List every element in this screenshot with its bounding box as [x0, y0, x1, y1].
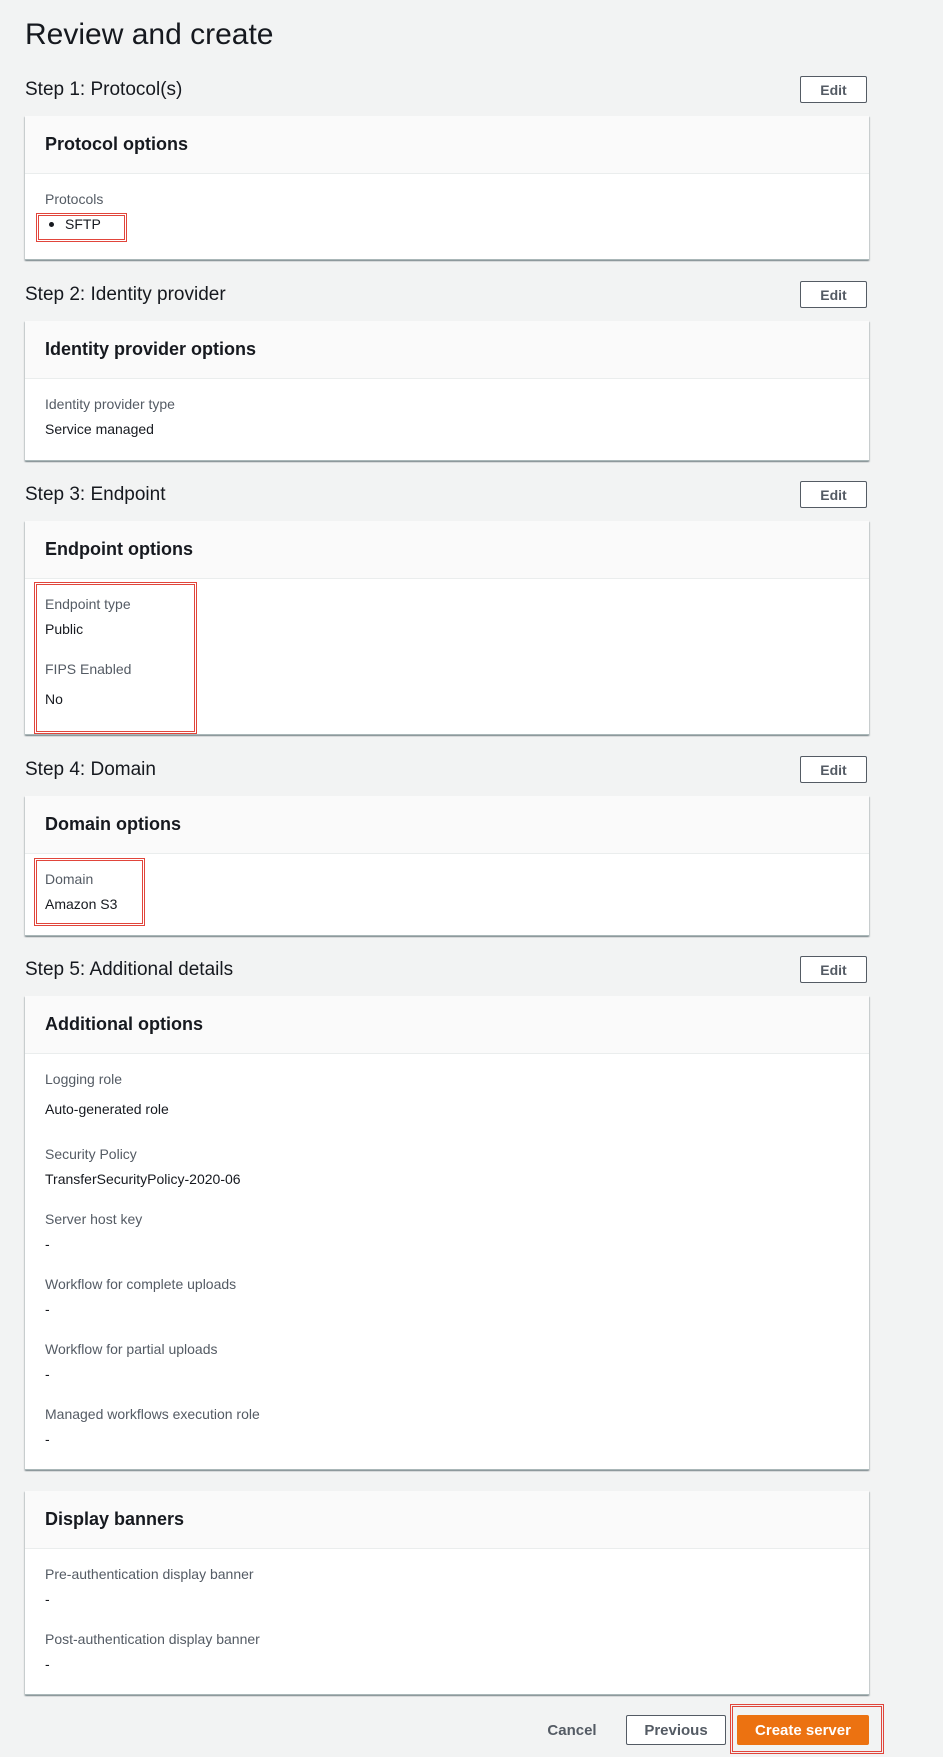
fips-label: FIPS Enabled: [45, 661, 132, 677]
domain-options-panel: Domain options Domain Amazon S3: [25, 796, 869, 936]
step-1-edit-button[interactable]: Edit: [800, 76, 867, 103]
page-title: Review and create: [25, 18, 274, 51]
display-banners-panel: Display banners Pre-authentication displ…: [25, 1491, 869, 1695]
step-3-title: Step 3: Endpoint: [25, 484, 166, 505]
fips-value: No: [45, 691, 63, 707]
domain-label: Domain: [45, 871, 94, 887]
step-1-title: Step 1: Protocol(s): [25, 79, 183, 100]
create-server-button[interactable]: Create server: [737, 1715, 869, 1745]
logging-role-value: Auto-generated role: [45, 1101, 169, 1117]
step-4-title: Step 4: Domain: [25, 759, 156, 780]
list-bullet: [49, 222, 54, 227]
step-5-title: Step 5: Additional details: [25, 959, 234, 980]
server-host-key-value: -: [45, 1236, 50, 1252]
workflow-complete-label: Workflow for complete uploads: [45, 1276, 237, 1292]
additional-options-panel: Additional options Logging role Auto-gen…: [25, 996, 869, 1470]
display-banners-heading: Display banners: [25, 1491, 869, 1549]
pre-auth-banner-value: -: [45, 1591, 50, 1607]
security-policy-value: TransferSecurityPolicy-2020-06: [45, 1171, 241, 1187]
execution-role-value: -: [45, 1431, 50, 1447]
step-4-edit-button[interactable]: Edit: [800, 756, 867, 783]
cancel-button[interactable]: Cancel: [536, 1715, 608, 1745]
identity-options-heading: Identity provider options: [25, 321, 869, 379]
pre-auth-banner-label: Pre-authentication display banner: [45, 1566, 254, 1582]
post-auth-banner-label: Post-authentication display banner: [45, 1631, 260, 1647]
identity-options-panel: Identity provider options Identity provi…: [25, 321, 869, 461]
protocol-item: SFTP: [65, 216, 101, 232]
logging-role-label: Logging role: [45, 1071, 123, 1087]
endpoint-options-panel: Endpoint options Endpoint type Public FI…: [25, 521, 869, 735]
endpoint-type-value: Public: [45, 621, 84, 637]
security-policy-label: Security Policy: [45, 1146, 137, 1162]
identity-type-value: Service managed: [45, 421, 154, 437]
post-auth-banner-value: -: [45, 1656, 50, 1672]
protocols-label: Protocols: [45, 191, 104, 207]
endpoint-type-label: Endpoint type: [45, 596, 131, 612]
highlight-box: [34, 858, 145, 926]
server-host-key-label: Server host key: [45, 1211, 143, 1227]
execution-role-label: Managed workflows execution role: [45, 1406, 260, 1422]
protocol-options-panel: Protocol options Protocols SFTP: [25, 116, 869, 260]
previous-button[interactable]: Previous: [626, 1715, 726, 1745]
identity-type-label: Identity provider type: [45, 396, 175, 412]
step-3-edit-button[interactable]: Edit: [800, 481, 867, 508]
step-2-edit-button[interactable]: Edit: [800, 281, 867, 308]
step-5-edit-button[interactable]: Edit: [800, 956, 867, 983]
domain-options-heading: Domain options: [25, 796, 869, 854]
workflow-complete-value: -: [45, 1301, 50, 1317]
additional-options-heading: Additional options: [25, 996, 869, 1054]
domain-value: Amazon S3: [45, 896, 118, 912]
step-2-title: Step 2: Identity provider: [25, 284, 226, 305]
endpoint-options-heading: Endpoint options: [25, 521, 869, 579]
workflow-partial-value: -: [45, 1366, 50, 1382]
workflow-partial-label: Workflow for partial uploads: [45, 1341, 218, 1357]
protocol-options-heading: Protocol options: [25, 116, 869, 174]
